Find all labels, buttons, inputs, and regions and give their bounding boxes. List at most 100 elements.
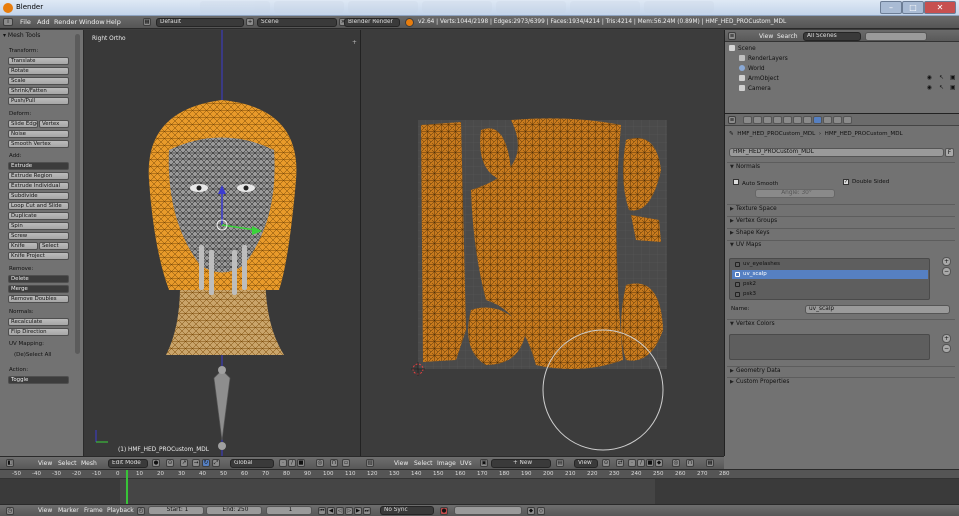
jump-to-prev-keyframe-icon[interactable]: ◀ bbox=[327, 507, 335, 515]
render-camera-icon[interactable]: ▣ bbox=[950, 75, 955, 81]
add-vertex-color-button[interactable]: + bbox=[942, 334, 951, 343]
noise-button[interactable]: Noise bbox=[8, 130, 69, 138]
uv-editor-type-icon[interactable]: ▨ bbox=[366, 459, 374, 467]
outliner-search-input[interactable] bbox=[865, 32, 927, 41]
viewport-menu-select[interactable]: Select bbox=[58, 460, 77, 467]
translate-button[interactable]: Translate bbox=[8, 57, 69, 65]
visibility-eye-icon[interactable]: ◉ bbox=[927, 75, 932, 81]
uv-map-item[interactable]: uv_eyelashes bbox=[732, 260, 928, 269]
scale-button[interactable]: Scale bbox=[8, 77, 69, 85]
uv-name-field[interactable]: uv_scalp bbox=[805, 305, 950, 314]
uv-proportional-edit-icon[interactable]: ◎ bbox=[672, 459, 680, 467]
world-tab-icon[interactable] bbox=[763, 116, 772, 124]
keying-set-field[interactable] bbox=[454, 506, 522, 515]
auto-smooth-checkbox-box[interactable] bbox=[733, 179, 739, 185]
uv-view-dropdown[interactable]: View bbox=[574, 459, 598, 468]
outliner-filter-dropdown[interactable]: All Scenes bbox=[803, 32, 861, 41]
delete-dropdown[interactable]: Delete bbox=[8, 275, 69, 283]
3d-editor-type-icon[interactable]: ◧ bbox=[6, 459, 14, 467]
menu-file[interactable]: File bbox=[20, 18, 31, 26]
outliner-menu-view[interactable]: View bbox=[759, 33, 773, 40]
menu-add[interactable]: Add bbox=[37, 18, 50, 26]
screen-layout-dropdown[interactable]: Default bbox=[156, 18, 244, 27]
auto-smooth-checkbox[interactable]: Auto Smooth bbox=[733, 179, 778, 187]
object-tab-icon[interactable] bbox=[773, 116, 782, 124]
properties-editor-type-icon[interactable]: ≡ bbox=[728, 116, 736, 124]
translate-manipulator-icon[interactable]: → bbox=[192, 459, 200, 467]
current-frame-field[interactable]: 1 bbox=[266, 506, 312, 515]
toolshelf-scrollbar[interactable] bbox=[75, 34, 80, 354]
manipulator-toggle-icon[interactable]: ↗ bbox=[180, 459, 188, 467]
scene-tab-icon[interactable] bbox=[753, 116, 762, 124]
spin-button[interactable]: Spin bbox=[8, 222, 69, 230]
uv-maps-panel-header[interactable]: ▼ UV Maps bbox=[727, 240, 955, 250]
outliner-row-camera[interactable]: Camera bbox=[739, 85, 771, 92]
viewport-menu-mesh[interactable]: Mesh bbox=[81, 460, 97, 467]
jump-to-next-keyframe-icon[interactable]: ▶ bbox=[354, 507, 362, 515]
insert-keyframe-icon[interactable]: ◆ bbox=[527, 507, 535, 515]
preview-range-icon[interactable]: ◴ bbox=[137, 507, 145, 515]
uv-overlay-icon[interactable]: ▦ bbox=[706, 459, 714, 467]
menu-help[interactable]: Help bbox=[106, 18, 121, 26]
screw-button[interactable]: Screw bbox=[8, 232, 69, 240]
custom-properties-panel-header[interactable]: ▶ Custom Properties bbox=[727, 377, 955, 387]
end-frame-field[interactable]: End: 250 bbox=[206, 506, 262, 515]
flip-direction-button[interactable]: Flip Direction bbox=[8, 328, 69, 336]
auto-keying-record-icon[interactable]: ● bbox=[440, 507, 448, 515]
timeline-editor[interactable]: -50 -40 -30 -20 -10 0 10 20 30 40 50 60 … bbox=[0, 469, 959, 504]
jump-to-start-icon[interactable]: ⏮ bbox=[318, 507, 326, 515]
physics-tab-icon[interactable] bbox=[803, 116, 812, 124]
mesh-tools-header[interactable]: ▾ Mesh Tools bbox=[3, 32, 40, 39]
scale-manipulator-icon[interactable]: ⤢ bbox=[212, 459, 220, 467]
extrude-dropdown[interactable]: Extrude bbox=[8, 162, 69, 170]
recalculate-button[interactable]: Recalculate bbox=[8, 318, 69, 326]
slide-edge-button[interactable]: Slide Edge bbox=[8, 120, 38, 128]
outliner-row-scene[interactable]: Scene bbox=[729, 45, 756, 52]
fake-user-button[interactable]: F bbox=[945, 148, 954, 157]
timeline-menu-marker[interactable]: Marker bbox=[58, 507, 79, 514]
maximize-button[interactable]: □ bbox=[902, 1, 924, 14]
material-tab-icon[interactable] bbox=[823, 116, 832, 124]
viewport-menu-view[interactable]: View bbox=[38, 460, 52, 467]
section-uv-mapping[interactable]: UV Mapping: bbox=[9, 341, 44, 347]
timeline-menu-view[interactable]: View bbox=[38, 507, 52, 514]
jump-to-end-icon[interactable]: ⏭ bbox=[363, 507, 371, 515]
uv-menu-uvs[interactable]: UVs bbox=[460, 460, 472, 467]
knife-select-button[interactable]: Select bbox=[39, 242, 69, 250]
subdivide-button[interactable]: Subdivide bbox=[8, 192, 69, 200]
proportional-edit-icon[interactable]: ◎ bbox=[316, 459, 324, 467]
current-frame-cursor[interactable] bbox=[126, 470, 128, 504]
shape-keys-panel-header[interactable]: ▶ Shape Keys bbox=[727, 228, 955, 238]
outliner-row-world[interactable]: World bbox=[739, 65, 765, 72]
outliner-row-armobject[interactable]: ArmObject bbox=[739, 75, 779, 82]
3d-viewport[interactable]: Right Ortho + (1) HMF_HED_PROCustom_MDL bbox=[84, 30, 360, 456]
uv-snap-icon[interactable]: ⊓ bbox=[686, 459, 694, 467]
scene-dropdown[interactable]: Scene bbox=[257, 18, 337, 27]
snap-icon[interactable]: ⊓ bbox=[330, 459, 338, 467]
play-reverse-icon[interactable]: ◁ bbox=[336, 507, 344, 515]
texture-tab-icon[interactable] bbox=[833, 116, 842, 124]
editor-type-icon[interactable]: i bbox=[3, 18, 13, 26]
action-dropdown[interactable]: Toggle bbox=[8, 376, 69, 384]
uv-menu-image[interactable]: Image bbox=[437, 460, 456, 467]
double-sided-checkbox[interactable]: ✓ Double Sided bbox=[843, 179, 889, 185]
menu-render[interactable]: Render bbox=[54, 18, 77, 26]
add-screen-icon[interactable]: + bbox=[246, 18, 254, 26]
uv-menu-select[interactable]: Select bbox=[414, 460, 433, 467]
transform-orientation-dropdown[interactable]: Global bbox=[230, 459, 274, 468]
uv-face-select-icon[interactable]: ■ bbox=[646, 459, 654, 467]
auto-smooth-angle-field[interactable]: Angle: 30° bbox=[755, 189, 835, 198]
selectability-arrow-icon[interactable]: ↖ bbox=[939, 75, 944, 81]
delete-keyframe-icon[interactable]: ◇ bbox=[537, 507, 545, 515]
deselect-all-header[interactable]: (De)Select All bbox=[14, 352, 51, 358]
smooth-vertex-button[interactable]: Smooth Vertex bbox=[8, 140, 69, 148]
double-sided-check-icon[interactable]: ✓ bbox=[843, 179, 849, 185]
geometry-data-panel-header[interactable]: ▶ Geometry Data bbox=[727, 366, 955, 376]
outliner-editor-type-icon[interactable]: ≡ bbox=[728, 32, 736, 40]
timeline-menu-playback[interactable]: Playback bbox=[107, 507, 134, 514]
remove-uv-map-button[interactable]: − bbox=[942, 267, 951, 276]
loop-cut-slide-button[interactable]: Loop Cut and Slide bbox=[8, 202, 69, 210]
uv-vertex-select-icon[interactable]: · bbox=[628, 459, 636, 467]
uv-image-editor[interactable]: + bbox=[360, 30, 724, 456]
normals-panel-header[interactable]: ▼ Normals bbox=[727, 162, 955, 172]
